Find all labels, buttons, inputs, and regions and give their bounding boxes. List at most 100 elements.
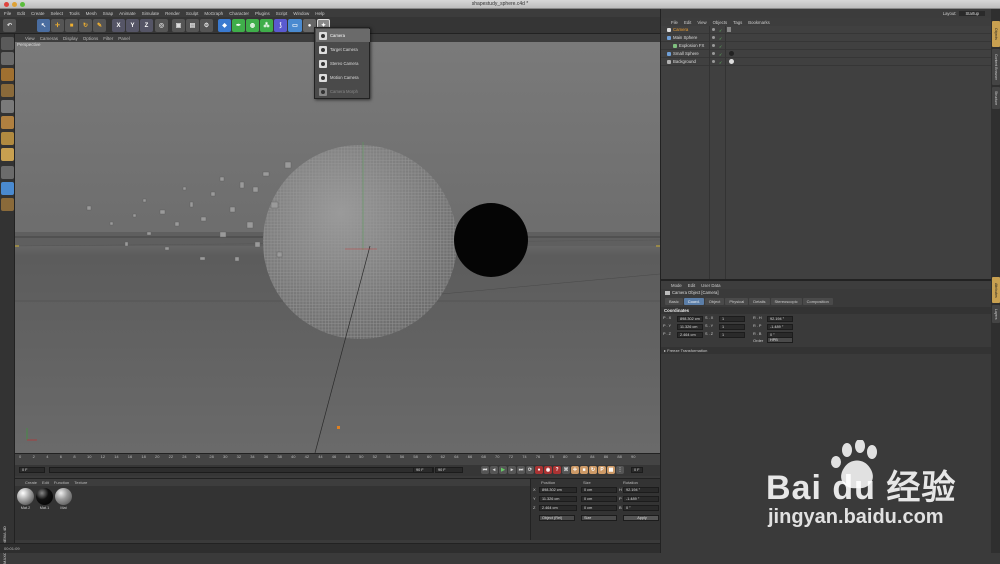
floor-icon[interactable]: ▭ bbox=[288, 19, 302, 32]
visibility-dots[interactable] bbox=[712, 44, 715, 47]
material-swatch-mat[interactable] bbox=[55, 488, 72, 505]
object-menu-bookmarks[interactable]: Bookmarks bbox=[748, 20, 770, 25]
object-menu-objects[interactable]: Objects bbox=[713, 20, 728, 25]
coord-mode-select[interactable]: Object (Rel) bbox=[539, 515, 575, 521]
menu-item-edit[interactable]: Edit bbox=[17, 11, 25, 16]
current-frame-field[interactable]: 0 F bbox=[19, 467, 45, 473]
coord-rotation-field[interactable]: 92.194 ° bbox=[623, 487, 659, 493]
model-mode-icon[interactable] bbox=[1, 52, 14, 65]
param-key-icon[interactable]: P bbox=[598, 466, 606, 474]
dropdown-item-camera-morph[interactable]: Camera Morph bbox=[316, 85, 370, 98]
scheme-icon[interactable]: ⋮ bbox=[616, 466, 624, 474]
tab-stereoscopic[interactable]: Stereoscopic bbox=[770, 298, 802, 305]
pla-key-icon[interactable]: ▦ bbox=[607, 466, 615, 474]
play-icon[interactable]: ▶ bbox=[499, 466, 507, 474]
dropdown-item-motion-camera[interactable]: Motion Camera bbox=[316, 71, 370, 84]
points-mode-icon[interactable] bbox=[1, 100, 14, 113]
protection-tag-icon[interactable] bbox=[727, 27, 731, 32]
object-row[interactable]: Background ✓ bbox=[661, 58, 991, 66]
attr-s-field[interactable]: 1 bbox=[719, 324, 745, 330]
side-tab-layers[interactable]: Layers bbox=[992, 305, 1000, 323]
record-icon[interactable]: ● bbox=[535, 466, 543, 474]
cube-icon[interactable]: ◆ bbox=[218, 19, 231, 32]
attr-r-field[interactable]: 92.194 ° bbox=[767, 316, 793, 322]
viewport-menu-cameras[interactable]: Cameras bbox=[40, 36, 58, 41]
polygons-mode-icon[interactable] bbox=[1, 132, 14, 145]
side-tab-objects[interactable]: Objects bbox=[992, 21, 1000, 47]
start-frame-field[interactable]: 90 F bbox=[413, 467, 433, 473]
material-menu-function[interactable]: Function bbox=[54, 480, 69, 485]
visibility-dots[interactable] bbox=[712, 60, 715, 63]
enabled-check-icon[interactable]: ✓ bbox=[719, 59, 722, 67]
size-mode-select[interactable]: Size bbox=[581, 515, 617, 521]
viewport-menu-filter[interactable]: Filter bbox=[103, 36, 113, 41]
rotate-icon[interactable]: ↻ bbox=[79, 19, 92, 32]
move-icon[interactable]: ✛ bbox=[51, 19, 64, 32]
deformer-icon[interactable]: ⟆ bbox=[274, 19, 287, 32]
render-settings-icon[interactable]: ⚙ bbox=[200, 19, 213, 32]
menu-item-character[interactable]: Character bbox=[229, 11, 249, 16]
coord-size-field[interactable]: 0 cm bbox=[581, 505, 617, 511]
menu-item-render[interactable]: Render bbox=[165, 11, 180, 16]
attr-p-field[interactable]: 2.464 cm bbox=[677, 332, 703, 338]
coord-position-field[interactable]: 2.464 cm bbox=[539, 505, 577, 511]
attribute-menu-user-data[interactable]: User Data bbox=[701, 283, 720, 288]
freeze-transformation-group[interactable]: ▸ Freeze Transformation bbox=[661, 347, 991, 354]
attr-s-field[interactable]: 1 bbox=[719, 332, 745, 338]
menu-item-select[interactable]: Select bbox=[51, 11, 64, 16]
menu-item-help[interactable]: Help bbox=[315, 11, 324, 16]
menu-item-create[interactable]: Create bbox=[31, 11, 45, 16]
scale-icon[interactable]: ■ bbox=[65, 19, 78, 32]
side-tab-structure[interactable]: Structure bbox=[992, 87, 1000, 109]
object-menu-tags[interactable]: Tags bbox=[733, 20, 742, 25]
coordinate-system-icon[interactable]: ◎ bbox=[155, 19, 168, 32]
x-axis-icon[interactable]: X bbox=[112, 19, 125, 32]
attr-p-field[interactable]: 898.302 cm bbox=[677, 316, 703, 322]
keyframe-selection-icon[interactable]: ? bbox=[553, 466, 561, 474]
tab-details[interactable]: Details bbox=[749, 298, 770, 305]
dropdown-item-camera[interactable]: Camera bbox=[316, 29, 370, 42]
attribute-menu-mode[interactable]: Mode bbox=[671, 283, 682, 288]
texture-tag-icon[interactable] bbox=[729, 51, 734, 56]
layout-select[interactable]: Startup bbox=[959, 11, 985, 16]
go-to-start-icon[interactable]: ⏮ bbox=[481, 466, 489, 474]
timeline-ruler[interactable]: 0 2 4 6 8 10 12 14 16 18 20 22 24 26 28 30 32 34 36 38 40 42 4… bbox=[15, 453, 660, 465]
coord-size-field[interactable]: 0 cm bbox=[581, 487, 617, 493]
viewport[interactable]: Perspective bbox=[15, 42, 660, 453]
object-row[interactable]: Small Sphere ✓ bbox=[661, 50, 991, 58]
visibility-dots[interactable] bbox=[712, 28, 715, 31]
select-icon[interactable]: ↖ bbox=[37, 19, 50, 32]
coord-rotation-field[interactable]: -1.489 ° bbox=[623, 496, 659, 502]
render-view-icon[interactable]: ▣ bbox=[172, 19, 185, 32]
viewport-menu-panel[interactable]: Panel bbox=[118, 36, 130, 41]
object-row[interactable]: Explosion FX ✓ bbox=[661, 42, 991, 50]
tab-object[interactable]: Object bbox=[704, 298, 725, 305]
coord-position-field[interactable]: 898.302 cm bbox=[539, 487, 577, 493]
z-axis-icon[interactable]: Z bbox=[140, 19, 153, 32]
viewport-menu-options[interactable]: Options bbox=[83, 36, 99, 41]
menu-item-script[interactable]: Script bbox=[276, 11, 288, 16]
menu-item-plugins[interactable]: Plugins bbox=[255, 11, 270, 16]
lock-workplane-icon[interactable] bbox=[1, 198, 14, 211]
dropdown-item-target-camera[interactable]: Target Camera bbox=[316, 43, 370, 56]
attr-s-field[interactable]: 1 bbox=[719, 316, 745, 322]
material-menu-edit[interactable]: Edit bbox=[42, 480, 49, 485]
tab-coord[interactable]: Coord. bbox=[683, 298, 704, 305]
menu-item-animate[interactable]: Animate bbox=[119, 11, 136, 16]
menu-item-snap[interactable]: Snap bbox=[103, 11, 114, 16]
coord-position-field[interactable]: 11.326 cm bbox=[539, 496, 577, 502]
texture-mode-icon[interactable] bbox=[1, 68, 14, 81]
material-menu-create[interactable]: Create bbox=[25, 480, 37, 485]
side-tab-attributes[interactable]: Attributes bbox=[992, 277, 1000, 303]
object-row[interactable]: Camera ✓ bbox=[661, 26, 991, 34]
pen-icon[interactable]: ✒ bbox=[232, 19, 245, 32]
snap-icon[interactable] bbox=[1, 182, 14, 195]
object-menu-file[interactable]: File bbox=[671, 20, 678, 25]
order-select[interactable]: HPB bbox=[767, 337, 793, 343]
menu-item-sculpt[interactable]: Sculpt bbox=[186, 11, 199, 16]
coord-size-field[interactable]: 0 cm bbox=[581, 496, 617, 502]
subdivision-icon[interactable]: ◍ bbox=[246, 19, 259, 32]
menu-item-tools[interactable]: Tools bbox=[69, 11, 80, 16]
material-menu-texture[interactable]: Texture bbox=[74, 480, 87, 485]
material-swatch-mat2[interactable] bbox=[17, 488, 34, 505]
